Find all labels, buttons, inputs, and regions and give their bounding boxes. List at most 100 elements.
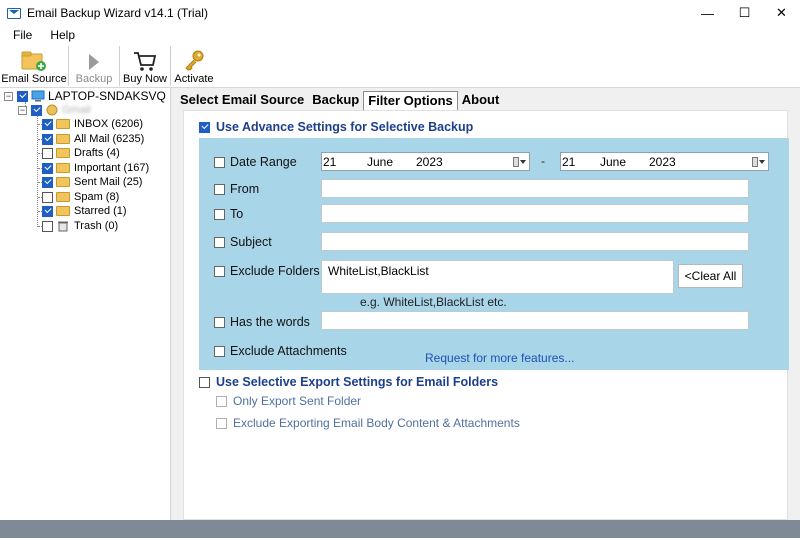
menu-help[interactable]: Help <box>43 28 82 42</box>
exclude-attachments-option[interactable]: Exclude Attachments <box>214 344 347 358</box>
tab-select-email-source[interactable]: Select Email Source <box>176 90 308 110</box>
only-export-sent-label: Only Export Sent Folder <box>233 394 362 408</box>
date-from-picker[interactable]: 21 June 2023 <box>321 152 530 171</box>
tab-backup[interactable]: Backup <box>308 90 363 110</box>
folder-icon <box>56 177 70 187</box>
tree-item-all-mail[interactable]: All Mail (6235) <box>42 132 144 146</box>
backup-label: Backup <box>75 73 113 85</box>
buy-now-button[interactable]: Buy Now <box>120 44 170 88</box>
exclude-folders-input[interactable]: WhiteList,BlackList <box>321 260 674 294</box>
tree-item-important[interactable]: Important (167) <box>42 161 149 175</box>
computer-icon <box>31 90 45 102</box>
key-icon <box>185 50 204 71</box>
title-bar: Email Backup Wizard v14.1 (Trial) — ☐ ✕ <box>0 0 800 26</box>
tree-account[interactable]: − Gmail <box>18 103 91 117</box>
exclude-body-option[interactable]: Exclude Exporting Email Body Content & A… <box>216 416 520 430</box>
from-checkbox[interactable] <box>214 183 225 195</box>
tree-root[interactable]: − LAPTOP-SNDAKSVQ <box>4 89 166 103</box>
root-checkbox[interactable] <box>17 90 28 102</box>
exclude-folders-example: e.g. WhiteList,BlackList etc. <box>360 295 507 309</box>
exclude-folders-option[interactable]: Exclude Folders <box>214 264 320 278</box>
use-selective-export[interactable]: Use Selective Export Settings for Email … <box>199 375 498 389</box>
inbox-checkbox[interactable] <box>42 118 53 130</box>
drafts-checkbox[interactable] <box>42 147 53 159</box>
tree-item-starred[interactable]: Starred (1) <box>42 204 127 218</box>
tree-item-spam[interactable]: Spam (8) <box>42 190 119 204</box>
tab-filter-options[interactable]: Filter Options <box>363 91 458 110</box>
to-input[interactable] <box>321 204 749 223</box>
has-words-checkbox[interactable] <box>214 316 225 328</box>
folder-tree: − LAPTOP-SNDAKSVQ − Gmail INBOX (6206) A… <box>0 88 171 520</box>
tree-item-label: Sent Mail (25) <box>74 176 143 188</box>
all-mail-checkbox[interactable] <box>42 133 53 145</box>
only-export-sent-option[interactable]: Only Export Sent Folder <box>216 394 361 408</box>
menu-file[interactable]: File <box>6 28 39 42</box>
tree-item-label: Trash (0) <box>74 220 119 232</box>
tree-item-inbox[interactable]: INBOX (6206) <box>42 117 143 131</box>
folder-icon <box>56 134 70 144</box>
backup-button[interactable]: Backup <box>69 44 119 88</box>
folder-icon <box>56 192 70 202</box>
status-bar <box>0 520 800 538</box>
email-source-button[interactable]: Email Source <box>0 44 68 88</box>
calendar-dropdown-icon[interactable] <box>513 156 526 167</box>
calendar-dropdown-icon[interactable] <box>752 156 765 167</box>
use-selective-checkbox[interactable] <box>199 376 210 388</box>
to-checkbox[interactable] <box>214 208 225 220</box>
close-button[interactable]: ✕ <box>763 0 800 26</box>
activate-button[interactable]: Activate <box>171 44 217 88</box>
date-range-option[interactable]: Date Range <box>214 155 297 169</box>
date-to-picker[interactable]: 21 June 2023 <box>560 152 769 171</box>
tree-item-drafts[interactable]: Drafts (4) <box>42 146 120 160</box>
subject-checkbox[interactable] <box>214 236 225 248</box>
collapse-icon[interactable]: − <box>18 105 27 115</box>
sent-mail-checkbox[interactable] <box>42 176 53 188</box>
starred-checkbox[interactable] <box>42 205 53 217</box>
has-words-input[interactable] <box>321 311 749 330</box>
exclude-body-checkbox[interactable] <box>216 417 227 429</box>
tree-item-sent-mail[interactable]: Sent Mail (25) <box>42 175 142 189</box>
has-words-label: Has the words <box>230 315 310 329</box>
maximize-button[interactable]: ☐ <box>726 0 763 26</box>
email-source-label: Email Source <box>1 73 67 85</box>
date-range-label: Date Range <box>230 155 297 169</box>
folder-icon <box>56 163 70 173</box>
date-to-day: 21 <box>562 154 576 169</box>
folder-icon <box>56 206 70 216</box>
trash-checkbox[interactable] <box>42 220 53 232</box>
app-envelope-icon <box>7 7 21 19</box>
collapse-icon[interactable]: − <box>4 91 13 101</box>
exclude-attachments-checkbox[interactable] <box>214 345 225 357</box>
date-to-month: June <box>600 154 627 169</box>
date-separator: - <box>541 154 545 168</box>
from-option[interactable]: From <box>214 182 259 196</box>
use-advance-checkbox[interactable] <box>199 121 210 133</box>
tree-item-label: Drafts (4) <box>74 147 120 159</box>
has-words-option[interactable]: Has the words <box>214 315 310 329</box>
tab-about[interactable]: About <box>458 90 504 110</box>
to-option[interactable]: To <box>214 207 243 221</box>
folder-icon <box>56 148 70 158</box>
tree-item-label: All Mail (6235) <box>74 133 145 145</box>
tree-item-label: Starred (1) <box>74 205 127 217</box>
folder-add-icon <box>21 51 46 71</box>
clear-all-button[interactable]: <Clear All <box>678 264 743 288</box>
from-label: From <box>230 182 260 196</box>
from-input[interactable] <box>321 179 749 198</box>
subject-option[interactable]: Subject <box>214 235 272 249</box>
folder-icon <box>56 119 70 129</box>
use-advance-settings[interactable]: Use Advance Settings for Selective Backu… <box>199 120 473 134</box>
use-selective-label: Use Selective Export Settings for Email … <box>216 375 499 389</box>
important-checkbox[interactable] <box>42 162 53 174</box>
play-icon <box>89 54 99 70</box>
date-range-checkbox[interactable] <box>214 156 225 168</box>
tree-root-label: LAPTOP-SNDAKSVQ <box>48 89 166 103</box>
only-export-sent-checkbox[interactable] <box>216 395 227 407</box>
exclude-folders-checkbox[interactable] <box>214 265 225 277</box>
account-checkbox[interactable] <box>31 104 42 116</box>
minimize-button[interactable]: — <box>689 0 726 26</box>
tree-item-trash[interactable]: Trash (0) <box>42 219 118 233</box>
spam-checkbox[interactable] <box>42 191 53 203</box>
subject-input[interactable] <box>321 232 749 251</box>
request-features-link[interactable]: Request for more features... <box>425 351 574 365</box>
